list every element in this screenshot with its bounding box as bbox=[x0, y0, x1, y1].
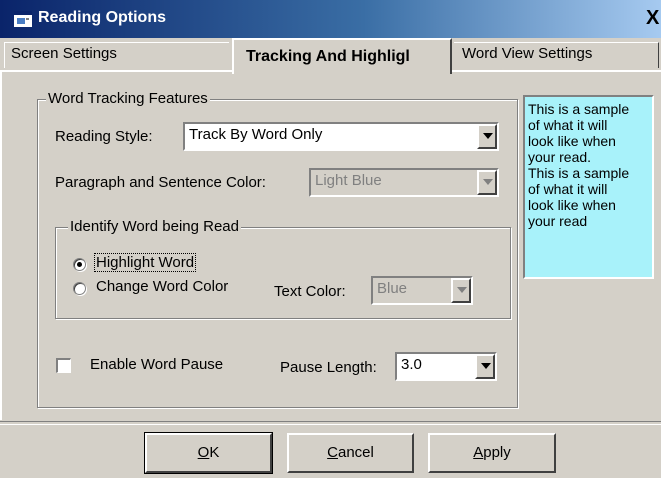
highlight-word-label-wrap: Highlight Word bbox=[94, 253, 197, 272]
reading-style-value: Track By Word Only bbox=[189, 126, 323, 143]
sample-line: This is a sample bbox=[528, 165, 630, 181]
cancel-button[interactable]: Cancel bbox=[287, 433, 414, 473]
sample-line: of what it will bbox=[528, 181, 608, 197]
pause-length-label: Pause Length: bbox=[280, 359, 377, 376]
reading-style-label: Reading Style: bbox=[55, 128, 153, 145]
ok-mnemonic: O bbox=[197, 444, 210, 461]
sample-line: your read. bbox=[528, 149, 592, 165]
bottom-separator bbox=[0, 421, 661, 425]
cancel-mnemonic: C bbox=[327, 444, 338, 461]
reading-style-select[interactable]: Track By Word Only bbox=[183, 122, 499, 151]
tab-tracking-and-highlighting[interactable]: Tracking And Highligl bbox=[232, 38, 452, 74]
text-color-value: Blue bbox=[377, 280, 408, 297]
paragraph-color-select[interactable]: Light Blue bbox=[309, 168, 499, 197]
apply-button[interactable]: Apply bbox=[428, 433, 556, 473]
tab-screen-settings[interactable]: Screen Settings bbox=[4, 42, 229, 68]
close-icon[interactable]: X bbox=[646, 6, 661, 30]
pause-length-value: 3.0 bbox=[401, 356, 422, 373]
paragraph-color-label: Paragraph and Sentence Color: bbox=[55, 174, 266, 191]
highlight-word-radio[interactable] bbox=[73, 258, 86, 271]
chevron-down-icon[interactable] bbox=[475, 354, 495, 379]
cancel-label-rest: ancel bbox=[337, 444, 374, 461]
chevron-down-icon[interactable] bbox=[477, 124, 497, 149]
highlight-word-label[interactable]: Highlight Word bbox=[94, 253, 197, 272]
ok-button[interactable]: OK bbox=[144, 432, 273, 474]
text-color-select[interactable]: Blue bbox=[371, 276, 473, 305]
chevron-down-icon[interactable] bbox=[451, 278, 471, 303]
radio-selected-dot bbox=[77, 262, 82, 267]
enable-word-pause-checkbox[interactable] bbox=[56, 358, 71, 373]
text-color-label: Text Color: bbox=[274, 283, 346, 300]
chevron-down-icon[interactable] bbox=[477, 170, 497, 195]
paragraph-color-value: Light Blue bbox=[315, 172, 382, 189]
sample-line: This is a sample bbox=[528, 101, 630, 117]
change-word-color-radio[interactable] bbox=[73, 282, 86, 295]
sample-line: of what it will bbox=[528, 117, 608, 133]
ok-label-rest: K bbox=[209, 444, 220, 461]
identify-word-group bbox=[55, 227, 511, 319]
apply-mnemonic: A bbox=[473, 444, 484, 461]
sample-line: look like when bbox=[528, 133, 616, 149]
pause-length-select[interactable]: 3.0 bbox=[395, 352, 497, 381]
enable-word-pause-label[interactable]: Enable Word Pause bbox=[90, 356, 223, 373]
tab-word-view-settings[interactable]: Word View Settings bbox=[454, 42, 659, 68]
identify-word-legend: Identify Word being Read bbox=[68, 218, 241, 235]
app-window-icon bbox=[14, 11, 32, 27]
change-word-color-label[interactable]: Change Word Color bbox=[96, 278, 228, 295]
window-title: Reading Options bbox=[38, 9, 166, 26]
sample-preview: This is a sample of what it will look li… bbox=[523, 95, 654, 279]
apply-label-rest: pply bbox=[483, 444, 511, 461]
sample-line: your read bbox=[528, 213, 588, 229]
word-tracking-legend: Word Tracking Features bbox=[46, 90, 210, 107]
sample-line: look like when bbox=[528, 197, 616, 213]
